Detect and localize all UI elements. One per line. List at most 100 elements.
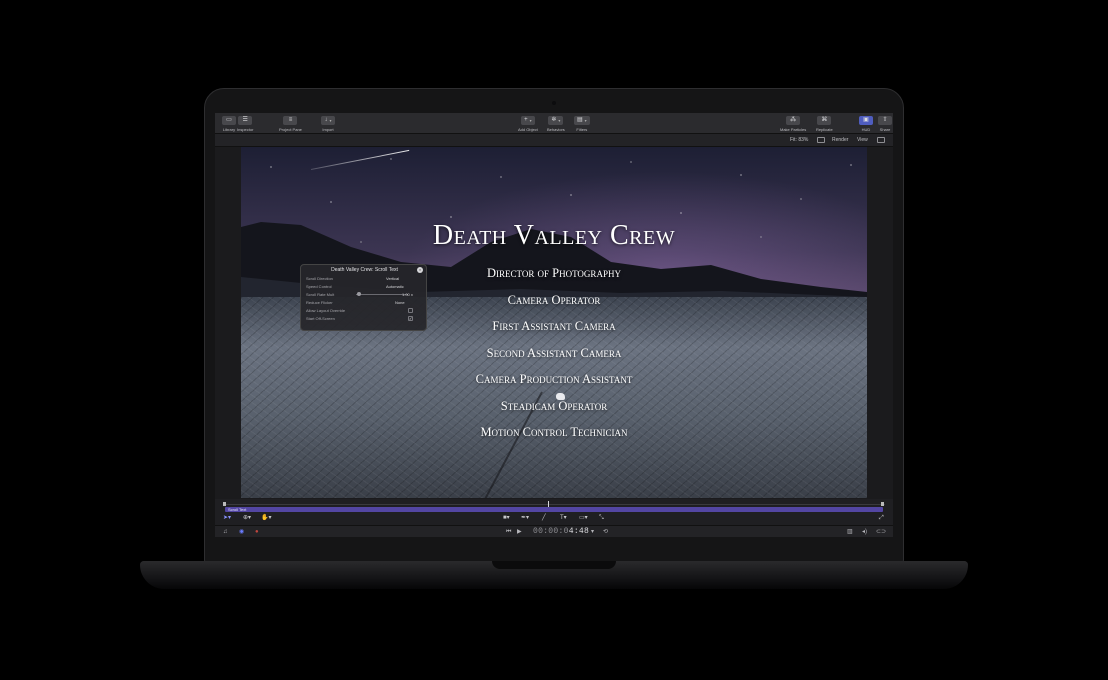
go-to-start-icon[interactable]: ⏮	[506, 528, 511, 536]
project-pane-button[interactable]: ≡ Project Pane	[279, 116, 302, 132]
webcam	[552, 101, 556, 105]
hud-row-scroll-rate: Scroll Rate Mult 1.00 x	[306, 291, 423, 298]
chevron-down-icon: ▾	[329, 118, 332, 123]
in-point-marker[interactable]	[223, 502, 226, 506]
hud-label: HUD	[861, 127, 871, 132]
loop-playback-icon[interactable]: ⊂⊃	[876, 528, 886, 536]
share-button[interactable]: ⇧ Share	[878, 116, 892, 132]
chevron-down-icon: ▾	[558, 118, 561, 123]
credit-role[interactable]: Second Assistant Camera	[241, 346, 867, 361]
display-options-icon[interactable]	[817, 137, 825, 143]
hud-row-allow-layout-override: Allow Layout Override	[306, 307, 423, 314]
start-off-screen-checkbox[interactable]: ✓	[408, 316, 413, 321]
scroll-direction-popup[interactable]: Vertical	[386, 275, 399, 282]
replicate-label: Replicate	[816, 127, 833, 132]
timecode-dim: 00:00:0	[533, 527, 569, 536]
hud-row-start-off-screen: Start Off-Screen ✓	[306, 315, 423, 322]
chevron-down-icon: ▾	[529, 118, 532, 123]
hud-title: Death Valley Crew: Scroll Text	[331, 267, 398, 273]
hud-icon: ▣	[863, 117, 869, 123]
replicate-button[interactable]: ⌘ Replicate	[816, 116, 833, 132]
pan-tool-icon[interactable]: ✋▾	[261, 514, 271, 522]
mask-extras-icon[interactable]: ⤡	[599, 514, 604, 522]
particles-icon: ⁂	[790, 117, 797, 123]
speed-control-popup[interactable]: Automatic	[386, 283, 404, 290]
canvas-view-bar: Fit: 83% Render View	[215, 134, 893, 147]
record-options-icon[interactable]: ◉	[239, 528, 244, 536]
text-tool-icon[interactable]: T▾	[560, 514, 567, 522]
shape-tool-icon[interactable]: ■▾	[503, 514, 510, 522]
allow-layout-override-checkbox[interactable]	[408, 308, 413, 313]
inspector-icon: ☰	[242, 117, 248, 123]
hud-label: Scroll Direction	[306, 276, 333, 281]
scroll-rate-value[interactable]: 1.00 x	[402, 291, 413, 298]
zoom-fit-menu[interactable]: Fit: 83%	[790, 137, 808, 143]
slider-knob[interactable]	[357, 292, 361, 296]
filters-label: Filters	[576, 127, 588, 132]
mute-icon[interactable]: ♫	[223, 528, 228, 536]
canvas-viewer[interactable]: Death Valley Crew Director of Photograph…	[241, 147, 867, 498]
layout-options-icon[interactable]	[877, 137, 885, 143]
pen-tool-icon[interactable]: ✒▾	[521, 514, 529, 522]
make-particles-button[interactable]: ⁂ Make Particles	[780, 116, 806, 132]
audio-icon[interactable]: ◂)	[862, 528, 867, 536]
project-pane-icon: ≡	[288, 117, 293, 123]
render-menu[interactable]: Render	[832, 137, 848, 143]
hud-label: Scroll Rate Mult	[306, 292, 335, 297]
canvas-area: Death Valley Crew Director of Photograph…	[215, 147, 893, 499]
filters-button[interactable]: ▤ ▾ Filters	[574, 116, 590, 132]
loop-icon[interactable]: ⟲	[603, 528, 608, 536]
behaviors-label: Behaviors	[547, 127, 565, 132]
library-button[interactable]: ▭ Library	[222, 116, 236, 132]
record-icon[interactable]: ●	[255, 528, 259, 536]
chevron-down-icon[interactable]: ▾	[591, 528, 594, 536]
timeline-ruler[interactable]	[223, 501, 885, 508]
select-tool-icon[interactable]: ➤▾	[223, 514, 231, 522]
behaviors-button[interactable]: ✲ ▾ Behaviors	[547, 116, 565, 132]
transform-tool-icon[interactable]: ⊕▾	[243, 514, 251, 522]
close-icon[interactable]: ×	[417, 267, 423, 273]
hud-button[interactable]: ▣ HUD	[859, 116, 873, 132]
paint-tool-icon[interactable]: ╱	[542, 514, 546, 522]
hud-label: Speed Control	[306, 284, 332, 289]
scroll-text-track[interactable]: Scroll Text	[225, 507, 883, 512]
scroll-rate-slider[interactable]	[356, 292, 408, 296]
import-button[interactable]: ↓ ▾ Import	[321, 116, 335, 132]
collapse-icon[interactable]: ⤢	[879, 514, 884, 522]
add-object-button[interactable]: + ▾ Add Object	[518, 116, 538, 132]
hud-row-scroll-direction: Scroll Direction Vertical	[306, 275, 423, 282]
chevron-down-icon: ▾	[584, 118, 587, 123]
plus-icon: +	[524, 117, 528, 123]
share-label: Share	[879, 127, 891, 132]
reduce-flicker-popup[interactable]: None	[395, 299, 405, 306]
out-point-marker[interactable]	[881, 502, 884, 506]
replicate-icon: ⌘	[821, 117, 828, 123]
timecode-display[interactable]: 00:00:04:48	[533, 527, 589, 537]
import-label: Import	[322, 127, 334, 132]
hud-row-reduce-flicker: Reduce Flicker None	[306, 299, 423, 306]
credit-role[interactable]: Camera Production Assistant	[241, 372, 867, 387]
canvas-tools: ➤▾ ⊕▾ ✋▾ ■▾ ✒▾ ╱ T▾ ▭▾ ⤡ ⤢	[215, 513, 893, 524]
laptop-opening-notch	[492, 561, 616, 569]
project-pane-label: Project Pane	[279, 127, 302, 132]
mask-tool-icon[interactable]: ▭▾	[579, 514, 588, 522]
hud-label: Allow Layout Override	[306, 308, 346, 313]
timecode-bright: 4:48	[568, 527, 590, 536]
view-menu[interactable]: View	[857, 137, 868, 143]
video-layout-icon[interactable]: ▥	[847, 528, 853, 536]
mini-timeline: Scroll Text ➤▾ ⊕▾ ✋▾ ■▾ ✒▾ ╱ T▾ ▭▾ ⤡ ⤢	[215, 499, 893, 525]
hud-row-speed-control: Speed Control Automatic	[306, 283, 423, 290]
gear-icon: ✲	[551, 117, 557, 123]
inspector-button[interactable]: ☰ Inspector	[237, 116, 253, 132]
credit-role[interactable]: Steadicam Operator	[241, 399, 867, 414]
play-icon[interactable]: ▶	[517, 528, 522, 536]
filters-icon: ▤	[577, 117, 583, 123]
add-object-label: Add Object	[518, 127, 538, 132]
main-toolbar: ▭ Library ☰ Inspector ≡ Project Pane ↓ ▾ …	[215, 113, 893, 134]
inspector-label: Inspector	[237, 127, 254, 132]
share-icon: ⇧	[882, 117, 888, 123]
hud-label: Start Off-Screen	[306, 316, 335, 321]
hud-panel[interactable]: Death Valley Crew: Scroll Text × Scroll …	[300, 264, 427, 331]
credits-title[interactable]: Death Valley Crew	[241, 219, 867, 253]
credit-role[interactable]: Motion Control Technician	[241, 425, 867, 440]
